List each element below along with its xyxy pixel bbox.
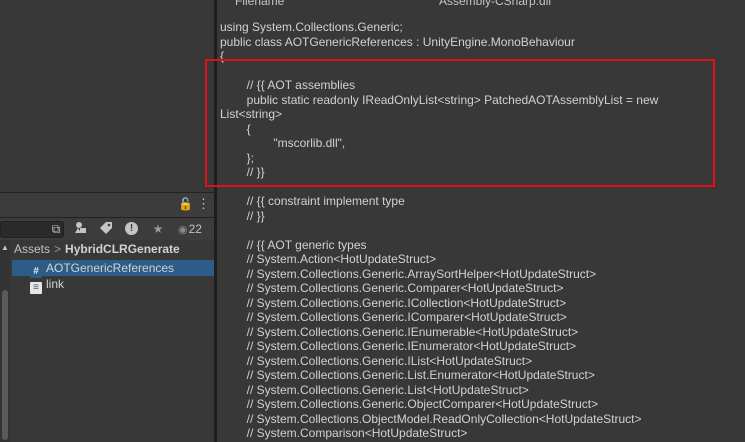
assembly-label: Assembly-CSharp.dll: [439, 0, 552, 8]
file-item-link[interactable]: ≡ link: [12, 276, 214, 294]
code-line: // System.Collections.ObjectModel.ReadOn…: [220, 411, 642, 426]
code-line: // System.Collections.Generic.ObjectComp…: [220, 397, 599, 411]
breadcrumb: Assets > HybridCLRGenerate: [14, 240, 180, 258]
highlight-annotation-box: [205, 59, 715, 187]
label-filter-icon[interactable]: [98, 221, 114, 237]
eye-icon: ◉: [178, 224, 188, 236]
visible-count-label: 22: [188, 222, 202, 236]
code-line: // {{ constraint implement type: [220, 194, 405, 208]
tree-expand-arrow-icon[interactable]: ▲: [1, 243, 9, 252]
code-line: // System.Collections.Generic.List.Enume…: [220, 368, 595, 382]
code-line: // System.Action<HotUpdateStruct>: [220, 252, 437, 266]
file-item-label: AOTGenericReferences: [46, 261, 175, 275]
code-line: // System.Collections.Generic.ICollectio…: [220, 295, 567, 310]
code-line: // System.Collections.Generic.Comparer<H…: [220, 281, 564, 295]
project-panel-header: 🔓 ⋮: [0, 192, 214, 218]
code-line: public class AOTGenericReferences : Unit…: [220, 34, 575, 49]
search-by-type-icon[interactable]: ⧉: [48, 221, 64, 237]
text-file-icon: ≡: [30, 282, 42, 294]
visible-count[interactable]: ◉22: [178, 222, 202, 236]
lock-icon[interactable]: 🔓: [178, 197, 193, 211]
file-item-aotgenericreferences[interactable]: # AOTGenericReferences: [12, 260, 214, 278]
code-line: // }}: [220, 208, 265, 223]
folder-tree-column: [0, 240, 10, 442]
filename-label: Filename: [235, 0, 285, 8]
code-line: // System.Collections.Generic.IEnumerabl…: [220, 324, 579, 339]
scene-view-area: [0, 0, 214, 192]
tree-scrollbar[interactable]: [2, 290, 8, 440]
breadcrumb-assets[interactable]: Assets: [14, 242, 50, 256]
project-toolbar: ⧉ ! ★ ◉22: [0, 218, 214, 240]
code-line: using System.Collections.Generic;: [220, 20, 403, 34]
breadcrumb-current-folder[interactable]: HybridCLRGenerate: [65, 242, 180, 256]
breadcrumb-separator: >: [54, 242, 62, 256]
code-line: // System.Collections.Generic.IEnumerato…: [220, 339, 577, 353]
code-line: // System.Comparison<HotUpdateStruct>: [220, 426, 468, 440]
code-line: // System.Collections.Generic.IList<HotU…: [220, 353, 533, 368]
log-type-filter-icon[interactable]: !: [125, 222, 138, 235]
kebab-menu-icon[interactable]: ⋮: [197, 196, 210, 212]
filter-by-type-icon[interactable]: [73, 221, 89, 237]
code-line: // {{ AOT generic types: [220, 237, 367, 252]
code-line: // System.Collections.Generic.List<HotUp…: [220, 382, 529, 397]
code-line: // System.Collections.Generic.IComparer<…: [220, 310, 567, 324]
inspector-header: Filename Assembly-CSharp.dll: [217, 0, 745, 10]
code-line: // System.Collections.Generic.ArraySortH…: [220, 266, 597, 281]
favorites-star-icon[interactable]: ★: [150, 221, 166, 237]
project-panel: 🔓 ⋮ ⧉ ! ★ ◉22 ▲ Assets > HybridCLRGenerate…: [0, 192, 214, 442]
file-item-label: link: [46, 277, 65, 291]
